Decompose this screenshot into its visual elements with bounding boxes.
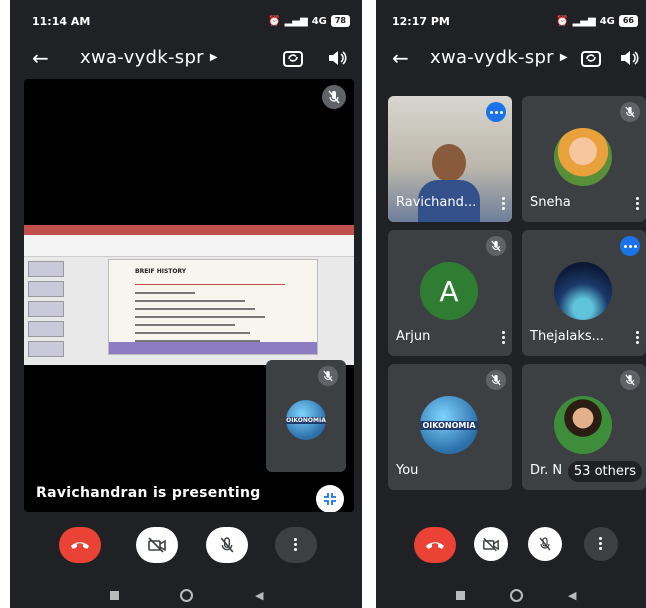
camera-off-icon xyxy=(148,537,166,553)
slide-heading: BREIF HISTORY xyxy=(135,268,187,275)
more-vert-icon[interactable] xyxy=(502,331,506,346)
participant-tile[interactable]: Sneha xyxy=(522,96,646,222)
signal-icon: ▂▄▆ xyxy=(284,15,308,27)
shared-screen: BREIF HISTORY xyxy=(24,225,354,365)
mic-off-button[interactable] xyxy=(206,527,248,563)
back-arrow-icon[interactable]: ← xyxy=(392,46,409,70)
participant-name: Thejalaks... xyxy=(530,329,605,344)
end-call-button[interactable] xyxy=(414,527,456,563)
camera-off-button[interactable] xyxy=(136,527,178,563)
collapse-icon[interactable] xyxy=(316,485,344,512)
camera-flip-icon[interactable] xyxy=(282,47,304,69)
home-icon[interactable] xyxy=(510,589,523,602)
more-vert-icon[interactable] xyxy=(502,197,506,212)
phone-presenting-view: 11:14 AM ⏰ ▂▄▆ 4G 78 ← xwa-vydk-spr ▶ BR… xyxy=(10,0,362,608)
chevron-right-icon: ▶ xyxy=(209,52,218,63)
avatar xyxy=(554,128,612,186)
participant-tile[interactable]: OIKONOMIA You xyxy=(388,364,512,490)
participant-name: Dr. N xyxy=(530,463,563,478)
speaker-icon[interactable] xyxy=(326,47,348,69)
status-bar: 11:14 AM ⏰ ▂▄▆ 4G 78 xyxy=(10,0,362,36)
more-vert-icon xyxy=(599,536,603,552)
speaking-indicator-icon xyxy=(620,236,640,256)
mic-off-icon xyxy=(486,236,506,256)
status-time: 11:14 AM xyxy=(32,15,91,28)
participant-name: Ravichand... xyxy=(396,195,477,210)
network-type: 4G xyxy=(599,15,615,27)
status-bar: 12:17 PM ⏰ ▂▄▆ 4G 66 xyxy=(376,0,646,36)
participant-name: Arjun xyxy=(396,329,431,344)
presentation-stage[interactable]: BREIF HISTORY OIKONOMIA Ravichandran is … xyxy=(24,79,354,512)
speaking-indicator-icon xyxy=(486,102,506,122)
more-vert-icon[interactable] xyxy=(636,331,640,346)
end-call-icon xyxy=(71,542,89,549)
chevron-right-icon: ▶ xyxy=(559,52,568,63)
phone-grid-view: 12:17 PM ⏰ ▂▄▆ 4G 66 ← xwa-vydk-spr ▶ Rav… xyxy=(376,0,646,608)
presenting-label: Ravichandran is presenting xyxy=(36,485,261,501)
end-call-icon xyxy=(426,542,444,549)
participant-tile[interactable]: Thejalaks... xyxy=(522,230,646,356)
camera-off-icon xyxy=(483,537,499,551)
back-nav-icon[interactable]: ◀ xyxy=(255,589,263,602)
oikonomia-logo: OIKONOMIA xyxy=(286,400,326,440)
mic-off-icon xyxy=(220,537,234,553)
end-call-button[interactable] xyxy=(59,527,101,563)
call-controls xyxy=(376,527,646,567)
recents-icon[interactable] xyxy=(456,591,465,600)
mic-off-icon xyxy=(620,370,640,390)
battery-level: 78 xyxy=(330,15,350,27)
meeting-code[interactable]: xwa-vydk-spr ▶ xyxy=(430,47,568,68)
signal-icon: ▂▄▆ xyxy=(572,15,596,27)
camera-off-button[interactable] xyxy=(474,527,508,561)
more-options-button[interactable] xyxy=(584,527,618,561)
oikonomia-logo: OIKONOMIA xyxy=(420,396,478,454)
speaker-icon[interactable] xyxy=(618,47,640,69)
more-options-button[interactable] xyxy=(275,527,317,563)
mic-off-icon xyxy=(486,370,506,390)
participant-tile[interactable]: Dr. N 53 others xyxy=(522,364,646,490)
avatar: A xyxy=(420,262,478,320)
back-arrow-icon[interactable]: ← xyxy=(32,46,49,70)
call-controls xyxy=(10,527,362,567)
camera-flip-icon[interactable] xyxy=(580,47,602,69)
alarm-icon: ⏰ xyxy=(556,15,569,27)
participant-tile[interactable]: A Arjun xyxy=(388,230,512,356)
more-vert-icon[interactable] xyxy=(636,197,640,212)
alarm-icon: ⏰ xyxy=(268,15,281,27)
participant-tile[interactable]: Ravichand... xyxy=(388,96,512,222)
mic-off-icon xyxy=(539,537,551,551)
avatar xyxy=(554,396,612,454)
others-count[interactable]: 53 others xyxy=(567,461,642,482)
more-vert-icon xyxy=(294,537,298,553)
mic-off-icon xyxy=(318,366,338,386)
system-nav-bar: ◀ xyxy=(10,586,362,606)
status-time: 12:17 PM xyxy=(392,15,450,28)
home-icon[interactable] xyxy=(180,589,193,602)
recents-icon[interactable] xyxy=(110,591,119,600)
top-app-bar: ← xwa-vydk-spr ▶ xyxy=(376,40,646,76)
network-type: 4G xyxy=(311,15,327,27)
participant-name: Sneha xyxy=(530,195,571,210)
avatar xyxy=(554,262,612,320)
mic-off-button[interactable] xyxy=(528,527,562,561)
self-view-tile[interactable]: OIKONOMIA xyxy=(266,360,346,472)
slide-page: BREIF HISTORY xyxy=(108,259,318,355)
mic-off-icon xyxy=(620,102,640,122)
mic-off-icon xyxy=(322,85,346,109)
slide-thumbnails xyxy=(28,261,68,361)
back-nav-icon[interactable]: ◀ xyxy=(568,589,576,602)
participant-name: You xyxy=(396,463,419,478)
battery-level: 66 xyxy=(618,15,638,27)
top-app-bar: ← xwa-vydk-spr ▶ xyxy=(10,40,362,76)
system-nav-bar: ◀ xyxy=(376,586,646,606)
meeting-code[interactable]: xwa-vydk-spr ▶ xyxy=(80,47,218,68)
